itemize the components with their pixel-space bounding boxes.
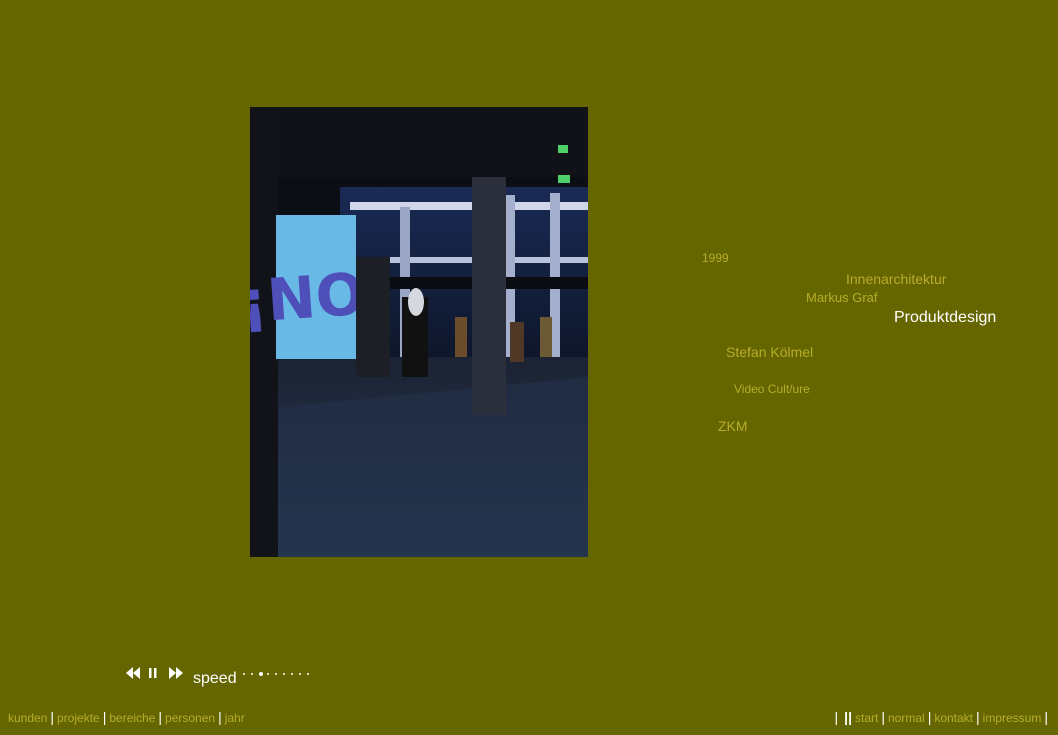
pause-icon[interactable] [149,667,157,679]
speed-step[interactable] [243,673,245,675]
nav-link-impressum[interactable]: impressum [983,711,1042,725]
speed-step[interactable] [259,672,263,676]
speed-step[interactable] [299,673,301,675]
tag-1999[interactable]: 1999 [702,251,729,265]
footer-nav-right: | || start | normal | kontakt | impressum | [832,709,1051,725]
nav-link-kunden[interactable]: kunden [8,711,47,725]
speed-step[interactable] [307,673,309,675]
fast-forward-icon[interactable] [168,667,184,679]
nav-separator: | [834,709,839,725]
nav-separator: | [158,709,163,725]
nav-separator: | [102,709,107,725]
speed-label: speed [193,670,237,687]
nav-link-projekte[interactable]: projekte [57,711,100,725]
view-toggle-icon[interactable]: || [844,709,852,725]
nav-link-normal[interactable]: normal [888,711,925,725]
nav-link-kontakt[interactable]: kontakt [934,711,973,725]
speed-selector[interactable] [243,671,313,677]
tag-produktdesign[interactable]: Produktdesign [894,309,996,327]
tag-markus-graf[interactable]: Markus Graf [806,290,878,305]
tag-innenarchitektur[interactable]: Innenarchitektur [846,271,946,287]
nav-link-bereiche[interactable]: bereiche [109,711,155,725]
speed-step[interactable] [251,673,253,675]
speed-step[interactable] [275,673,277,675]
nav-separator: | [927,709,932,725]
nav-separator: | [218,709,222,725]
tag-zkm[interactable]: ZKM [718,418,748,434]
speed-step[interactable] [283,673,285,675]
nav-separator: | [976,709,980,725]
rewind-icon[interactable] [125,667,141,679]
nav-link-jahr[interactable]: jahr [225,711,245,725]
exhibition-photo: ¡NO! [250,107,588,557]
speed-step[interactable] [267,673,269,675]
nav-separator: | [1044,709,1048,725]
nav-link-personen[interactable]: personen [165,711,215,725]
nav-separator: | [50,709,55,725]
tag-stefan-koelmel[interactable]: Stefan Kölmel [726,344,813,360]
speed-step[interactable] [291,673,293,675]
tag-video-culture[interactable]: Video Cult/ure [734,382,810,396]
footer-nav-left: kunden | projekte | bereiche | personen | jahr [8,709,245,725]
nav-link-start[interactable]: start [855,711,878,725]
nav-separator: | [881,709,885,725]
